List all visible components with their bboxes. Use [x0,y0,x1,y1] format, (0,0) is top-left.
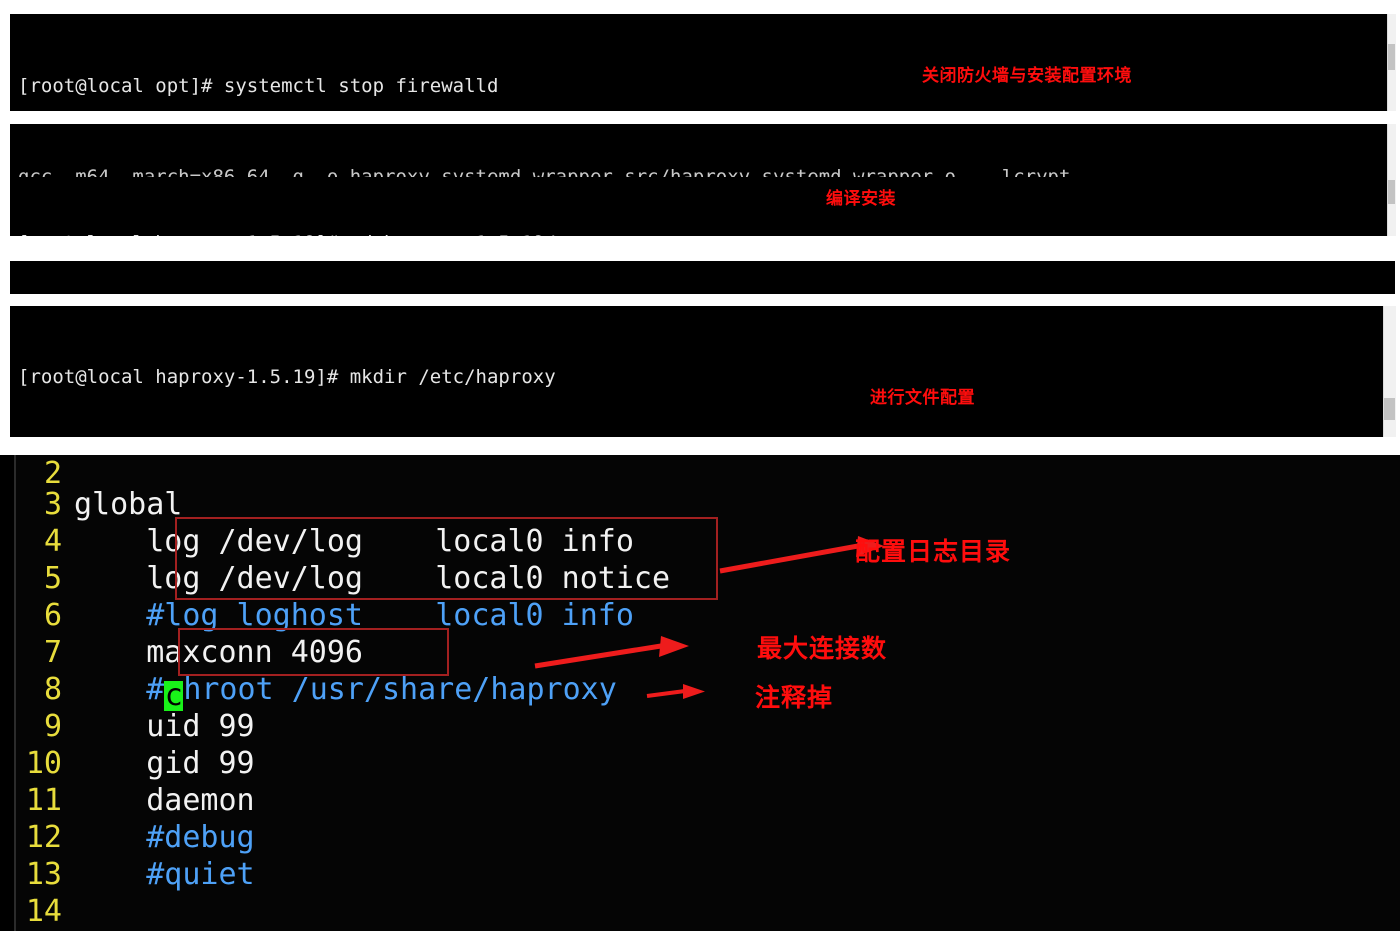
vim-line-number: 5 [43,561,62,596]
vim-line-number: 10 [25,746,62,781]
vim-row: 3 global [16,486,1400,523]
vim-line-text: #log loghost local0 info [74,598,634,633]
vim-line-text: global [74,487,183,522]
vim-line-text: log /dev/log local0 info [74,524,634,559]
vim-text-after-cursor: hroot /usr/share/haproxy [183,672,617,707]
vim-line-number: 12 [25,820,62,855]
vim-line-text: #chroot /usr/share/haproxy [74,671,617,711]
vim-row: 7 maxconn 4096 [16,634,1400,671]
vim-line-number: 8 [43,672,62,707]
annotation-firewall: 关闭防火墙与安装配置环境 [922,66,1132,86]
scrollbar-thumb-block-1[interactable] [1388,44,1395,70]
annotation-compile: 编译安装 [826,189,896,209]
vim-row: 5 log /dev/log local0 notice [16,560,1400,597]
scrollbar-thumb-block-2[interactable] [1388,180,1395,204]
vim-line-text: uid 99 [74,709,255,744]
annotation-max-connections: 最大连接数 [757,634,888,663]
vim-line-text: gid 99 [74,746,255,781]
terminal-block-firewall[interactable]: [root@local opt]# systemctl stop firewal… [10,14,1395,111]
annotation-log-directory: 配置日志目录 [855,537,1012,566]
vim-line-number: 13 [25,857,62,892]
vim-row: 14 [16,893,1400,930]
vim-line-number: 7 [43,635,62,670]
vim-line-number: 6 [43,598,62,633]
vim-line-number: 9 [43,709,62,744]
scrollbar-thumb-block-4[interactable] [1384,398,1395,420]
vim-line-text: log /dev/log local0 notice [74,561,671,596]
terminal-block-compile[interactable]: gcc -m64 -march=x86-64 -g -o haproxy-sys… [10,124,1395,236]
vim-text-before-cursor: # [74,672,165,707]
vim-editor-pane[interactable]: 2 3 global 4 log /dev/log local0 info 5 … [0,455,1400,931]
vim-line-text: daemon [74,783,255,818]
terminal-block-make-install[interactable]: [root@local haproxy-1.5.19]# make instal… [10,261,1395,294]
vim-line-number: 4 [43,524,62,559]
vim-line-number: 11 [25,783,62,818]
vim-row: 12 #debug [16,819,1400,856]
terminal-line: [root@local opt]# systemctl stop firewal… [18,75,499,97]
vim-line-text: maxconn 4096 [74,635,363,670]
vim-row: 13 #quiet [16,856,1400,893]
vim-row: 9 uid 99 [16,708,1400,745]
annotation-comment-out: 注释掉 [755,683,834,712]
vim-line-number: 3 [43,487,62,522]
annotation-config-files: 进行文件配置 [870,388,975,408]
vim-line-number: 14 [25,894,62,929]
vim-row: 6 #log loghost local0 info [16,597,1400,634]
terminal-line: [root@local haproxy-1.5.19]# cd haproxy-… [18,230,1395,236]
vim-row: 4 log /dev/log local0 info [16,523,1400,560]
vim-row-with-cursor: 8 #chroot /usr/share/haproxy [16,671,1400,711]
vim-line-text: #quiet [74,857,255,892]
screenshot-root: [root@local opt]# systemctl stop firewal… [0,0,1400,931]
terminal-block-config-files[interactable]: [root@local haproxy-1.5.19]# mkdir /etc/… [10,306,1395,437]
terminal-clipped-line: gcc -m64 -march=x86-64 -g -o haproxy-sys… [18,166,1071,177]
vim-row: 10 gid 99 [16,745,1400,782]
vim-text-area[interactable]: 2 3 global 4 log /dev/log local0 info 5 … [14,455,1400,931]
vim-line-text: #debug [74,820,255,855]
terminal-line: [root@local haproxy-1.5.19]# mkdir /etc/… [18,366,556,388]
vim-row: 11 daemon [16,782,1400,819]
vim-block-cursor: c [164,678,184,713]
